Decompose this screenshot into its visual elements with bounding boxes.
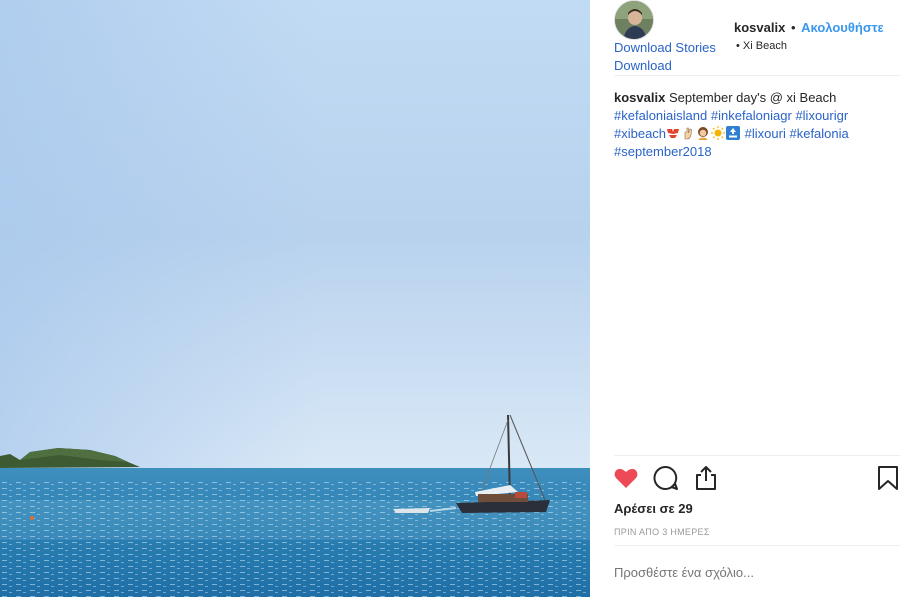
woman-emoji-icon (698, 127, 709, 140)
post-photo[interactable] (0, 0, 590, 597)
caption-username[interactable]: kosvalix (614, 90, 665, 105)
bikini-emoji-icon (667, 129, 680, 138)
post-caption: kosvalix September day's @ xi Beach #kef… (614, 89, 896, 161)
download-stories-link[interactable]: Download Stories (614, 40, 716, 55)
username-link[interactable]: kosvalix (734, 20, 785, 35)
download-link[interactable]: Download (614, 58, 672, 73)
hashtag-inkefaloniagr[interactable]: #inkefaloniagr (711, 108, 792, 123)
hashtag-lixourigr[interactable]: #lixourigr (795, 108, 848, 123)
share-icon (696, 466, 716, 490)
heart-icon (614, 468, 638, 488)
hashtag-kefalonia[interactable]: #kefalonia (789, 126, 848, 141)
ok-hand-emoji-icon (684, 127, 692, 140)
follow-button[interactable]: Ακολουθήστε (801, 20, 884, 35)
beach-photo-image (0, 0, 590, 597)
comment-icon (653, 465, 678, 490)
top-arrow-emoji-icon (726, 126, 741, 140)
caption-text: September day's @ xi Beach (668, 90, 837, 105)
bookmark-icon (878, 466, 898, 490)
comment-divider (614, 545, 900, 546)
separator-dot: • (790, 20, 796, 35)
hashtag-lixouri[interactable]: #lixouri (745, 126, 786, 141)
action-bar (610, 464, 900, 496)
like-button[interactable] (612, 464, 642, 494)
share-button[interactable] (692, 464, 722, 494)
comment-input[interactable] (614, 565, 894, 580)
instagram-post: Download Stories Download kosvalix • Ακο… (0, 0, 905, 597)
comment-button[interactable] (652, 464, 682, 494)
sun-emoji-icon (711, 126, 726, 140)
header-divider (614, 75, 900, 76)
user-row: kosvalix • Ακολουθήστε (734, 20, 884, 35)
likes-count[interactable]: Αρέσει σε 29 (614, 501, 693, 516)
location-link[interactable]: • Xi Beach (736, 40, 787, 52)
avatar-photo (615, 1, 653, 39)
hashtag-september2018[interactable]: #september2018 (614, 144, 712, 159)
hashtag-xibeach[interactable]: #xibeach (614, 126, 666, 141)
hashtag-kefaloniaisland[interactable]: #kefaloniaisland (614, 108, 707, 123)
post-timestamp[interactable]: ΠΡΙΝ ΑΠΟ 3 ΗΜΕΡΕΣ (614, 527, 710, 537)
post-header: Download Stories Download kosvalix • Ακο… (590, 0, 900, 76)
save-button[interactable] (874, 464, 904, 494)
actions-divider (614, 455, 900, 456)
post-side-panel: Download Stories Download kosvalix • Ακο… (590, 0, 905, 597)
avatar[interactable] (614, 0, 654, 40)
